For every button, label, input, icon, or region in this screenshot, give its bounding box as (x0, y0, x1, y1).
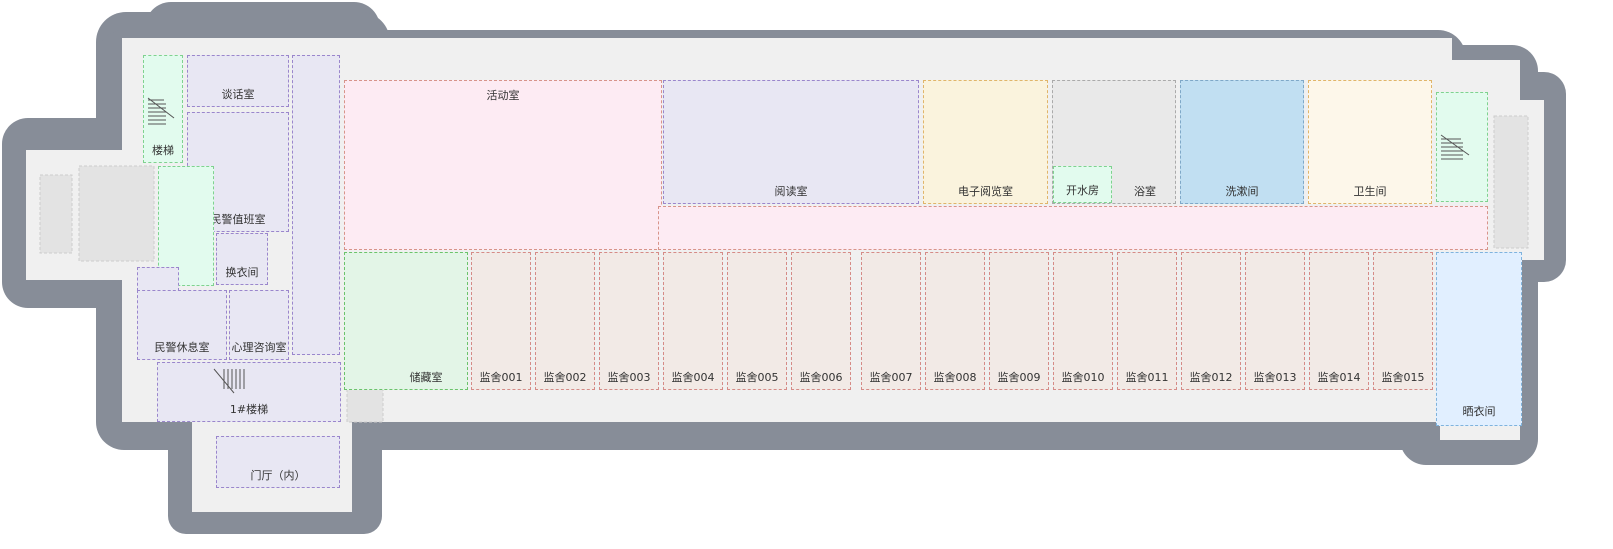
restroom-right-label: 卫生间 (1353, 185, 1387, 198)
cell-label: 监舍004 (671, 371, 715, 384)
cell-label: 监舍001 (479, 371, 523, 384)
cell-label: 监舍011 (1125, 371, 1169, 384)
cell-label: 监舍015 (1381, 371, 1425, 384)
washroom-label: 洗漱间 (1225, 185, 1259, 198)
room-e-reading[interactable]: 电子阅览室 (923, 80, 1048, 204)
boiler-room-label: 开水房 (1066, 184, 1099, 197)
storage-room-label: 储藏室 (409, 371, 443, 384)
cell-label: 监舍008 (933, 371, 977, 384)
cell-room[interactable]: 监舍005 (727, 252, 787, 390)
external-room-shade (1493, 115, 1529, 249)
stairs-icon (1440, 134, 1470, 160)
cell-room[interactable]: 监舍004 (663, 252, 723, 390)
room-stairs-1[interactable]: 1#楼梯 (157, 362, 341, 422)
cell-label: 监舍010 (1061, 371, 1105, 384)
cell-room[interactable]: 监舍001 (471, 252, 531, 390)
cell-label: 监舍012 (1189, 371, 1233, 384)
room-lobby[interactable]: 门厅（内） (216, 436, 340, 488)
cell-label: 监舍006 (799, 371, 843, 384)
cell-room[interactable]: 监舍008 (925, 252, 985, 390)
stairs-1-label: 1#楼梯 (229, 403, 269, 416)
bathroom-label: 浴室 (1134, 185, 1156, 198)
cell-label: 监舍009 (997, 371, 1041, 384)
counseling-room-label: 心理咨询室 (231, 341, 287, 354)
talk-room-label: 谈话室 (221, 88, 255, 101)
room-storage[interactable]: 储藏室 (344, 252, 468, 390)
cell-label: 监舍013 (1253, 371, 1297, 384)
e-reading-room-label: 电子阅览室 (958, 185, 1013, 198)
cell-room[interactable]: 监舍006 (791, 252, 851, 390)
room-police-rest[interactable]: 民警休息室 (137, 290, 227, 360)
cell-label: 监舍003 (607, 371, 651, 384)
cell-room[interactable]: 监舍002 (535, 252, 595, 390)
floor-plan: 楼梯 谈话室 民警值班室 换衣间 卫生间 民警休息室 心理咨询室 1#楼梯 门厅… (0, 0, 1613, 549)
room-activity[interactable]: 活动室 (344, 80, 662, 250)
external-room-shade (39, 174, 73, 254)
cell-room[interactable]: 监舍009 (989, 252, 1049, 390)
room-boiler[interactable]: 开水房 (1053, 166, 1112, 203)
cell-label: 监舍007 (869, 371, 913, 384)
cell-room[interactable]: 监舍003 (599, 252, 659, 390)
stairs-icon (147, 97, 175, 125)
cell-label: 监舍005 (735, 371, 779, 384)
reading-room-label: 阅读室 (774, 185, 808, 198)
activity-room-label: 活动室 (486, 89, 520, 102)
external-room-shade (78, 165, 155, 262)
stairs-icon (213, 368, 245, 394)
room-drying[interactable]: 晒衣间 (1436, 252, 1522, 426)
changing-room-label: 换衣间 (225, 266, 259, 279)
room-counseling[interactable]: 心理咨询室 (229, 290, 289, 360)
cell-room[interactable]: 监舍013 (1245, 252, 1305, 390)
cell-room[interactable]: 监舍015 (1373, 252, 1433, 390)
police-rest-room-label: 民警休息室 (154, 341, 210, 354)
room-stairs-left[interactable]: 楼梯 (143, 55, 183, 163)
cell-room[interactable]: 监舍014 (1309, 252, 1369, 390)
room-reading[interactable]: 阅读室 (663, 80, 919, 204)
cell-label: 监舍002 (543, 371, 587, 384)
room-talk[interactable]: 谈话室 (187, 55, 289, 107)
cell-room[interactable]: 监舍007 (861, 252, 921, 390)
cell-room[interactable]: 监舍012 (1181, 252, 1241, 390)
cell-label: 监舍014 (1317, 371, 1361, 384)
corridor-main[interactable] (658, 206, 1488, 250)
room-restroom-right[interactable]: 卫生间 (1308, 80, 1432, 204)
lobby-label: 门厅（内） (250, 469, 306, 482)
room-stairs-right[interactable] (1436, 92, 1488, 202)
cell-room[interactable]: 监舍010 (1053, 252, 1113, 390)
room-washroom[interactable]: 洗漱间 (1180, 80, 1304, 204)
room-changing[interactable]: 换衣间 (216, 233, 268, 285)
cell-room[interactable]: 监舍011 (1117, 252, 1177, 390)
corridor-vertical-left[interactable] (292, 55, 340, 355)
drying-room-label: 晒衣间 (1462, 405, 1496, 418)
